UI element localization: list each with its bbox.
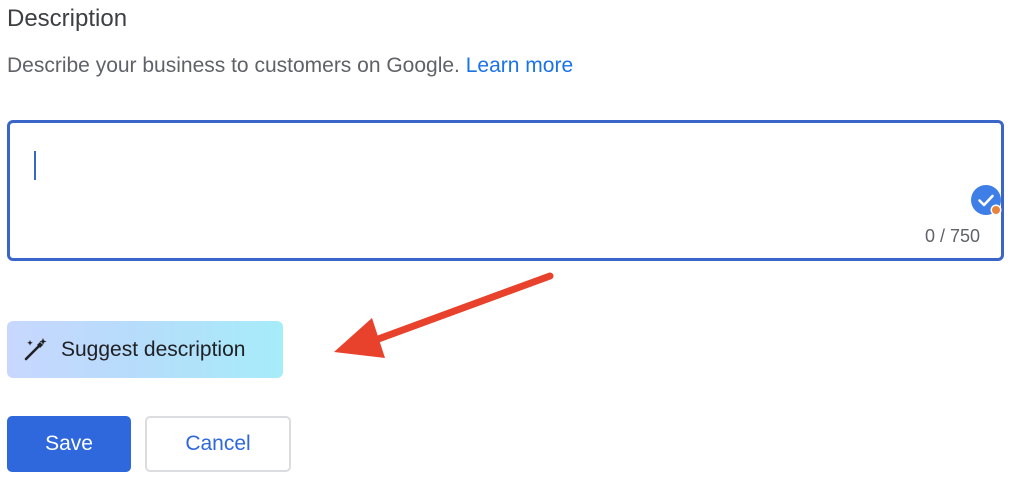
- grammar-check-icon[interactable]: [970, 184, 1002, 216]
- section-title: Description: [7, 5, 128, 32]
- section-help-text: Describe your business to customers on G…: [7, 53, 573, 79]
- save-button[interactable]: Save: [7, 416, 131, 472]
- description-editor-page: Description Describe your business to cu…: [0, 0, 1024, 482]
- suggest-description-label: Suggest description: [61, 337, 246, 361]
- help-text: Describe your business to customers on G…: [7, 54, 460, 77]
- character-counter: 0 / 750: [924, 226, 980, 246]
- text-cursor: [34, 151, 36, 180]
- cancel-button[interactable]: Cancel: [145, 416, 291, 472]
- suggest-description-button[interactable]: Suggest description: [7, 321, 283, 378]
- learn-more-link[interactable]: Learn more: [466, 54, 573, 77]
- description-textarea[interactable]: 0 / 750: [7, 120, 1004, 261]
- red-arrow-icon: [334, 272, 554, 358]
- magic-wand-icon: [24, 337, 47, 360]
